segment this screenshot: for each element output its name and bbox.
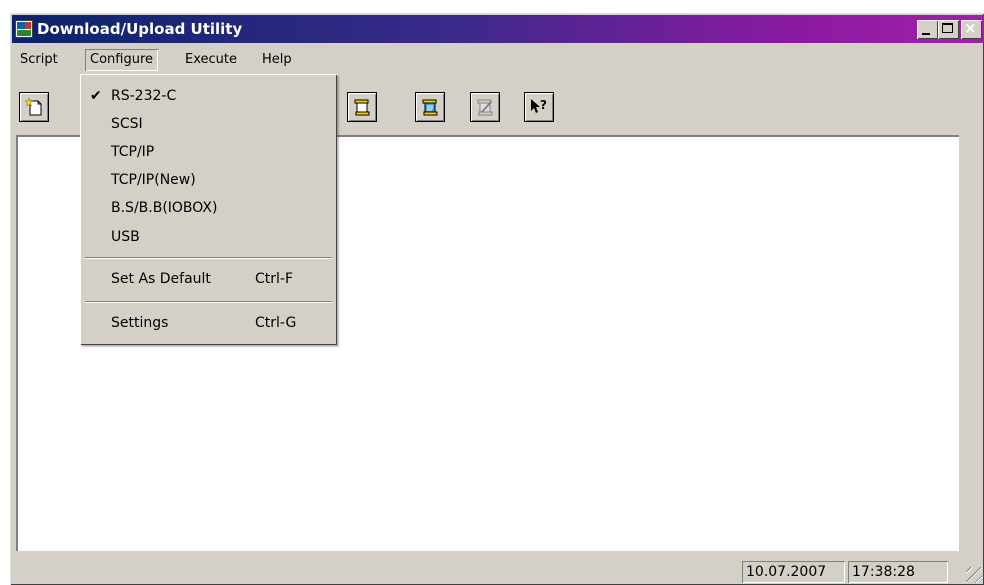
close-button[interactable]: × — [961, 20, 982, 39]
maximize-icon — [942, 23, 953, 33]
close-icon: × — [964, 19, 977, 37]
window-title: Download/Upload Utility — [37, 20, 243, 38]
open-script-icon — [354, 99, 370, 116]
minimize-button[interactable] — [917, 20, 938, 39]
menu-item-tcpip-new[interactable]: TCP/IP(New) — [80, 168, 337, 193]
menu-separator — [85, 301, 332, 303]
new-button[interactable] — [19, 92, 49, 122]
status-bar: 10.07.2007 17:38:28 — [10, 555, 984, 585]
menu-item-label: RS-232-C — [111, 88, 177, 104]
context-help-icon: ? — [531, 98, 547, 113]
save-script-icon — [422, 99, 438, 116]
title-bar[interactable]: Download/Upload Utility × — [12, 15, 984, 43]
minimize-icon — [922, 33, 930, 35]
menu-item-label: SCSI — [111, 116, 143, 132]
resize-grip-icon[interactable] — [966, 567, 982, 583]
menu-bar: Script Configure Execute Help — [12, 45, 982, 73]
status-date: 10.07.2007 — [742, 561, 845, 583]
configure-dropdown-menu: ✔ RS-232-C SCSI TCP/IP TCP/IP(New) B.S/B… — [80, 74, 337, 345]
edit-script-icon — [477, 99, 493, 116]
menu-item-label: Settings — [111, 315, 169, 331]
status-time: 17:38:28 — [848, 561, 948, 583]
menu-item-bs-bb-iobox[interactable]: B.S/B.B(IOBOX) — [80, 196, 337, 221]
menu-item-label: USB — [111, 229, 140, 245]
menu-item-tcpip[interactable]: TCP/IP — [80, 140, 337, 165]
menu-item-label: TCP/IP — [111, 144, 155, 160]
save-script-button[interactable] — [415, 92, 445, 122]
menu-item-settings[interactable]: Settings Ctrl-G — [80, 311, 337, 336]
maximize-button[interactable] — [938, 20, 959, 39]
menu-item-shortcut: Ctrl-G — [255, 315, 297, 331]
open-script-button[interactable] — [347, 92, 377, 122]
menu-item-shortcut: Ctrl-F — [255, 271, 294, 287]
menu-script[interactable]: Script — [15, 49, 63, 71]
menu-item-label: B.S/B.B(IOBOX) — [111, 200, 218, 216]
menu-item-scsi[interactable]: SCSI — [80, 112, 337, 137]
menu-execute[interactable]: Execute — [180, 49, 242, 71]
checkmark-icon: ✔ — [90, 88, 102, 104]
context-help-button[interactable]: ? — [524, 92, 554, 122]
menu-item-rs232c[interactable]: ✔ RS-232-C — [80, 84, 337, 109]
app-icon[interactable] — [15, 20, 33, 38]
menu-item-label: TCP/IP(New) — [111, 172, 196, 188]
menu-separator — [85, 257, 332, 259]
new-document-icon — [25, 98, 42, 116]
edit-script-button[interactable] — [470, 92, 500, 122]
menu-item-label: Set As Default — [111, 271, 211, 287]
menu-item-set-as-default[interactable]: Set As Default Ctrl-F — [80, 267, 337, 292]
menu-item-usb[interactable]: USB — [80, 225, 337, 250]
svg-text:?: ? — [540, 98, 547, 112]
menu-help[interactable]: Help — [257, 49, 297, 71]
menu-configure[interactable]: Configure — [85, 49, 158, 71]
